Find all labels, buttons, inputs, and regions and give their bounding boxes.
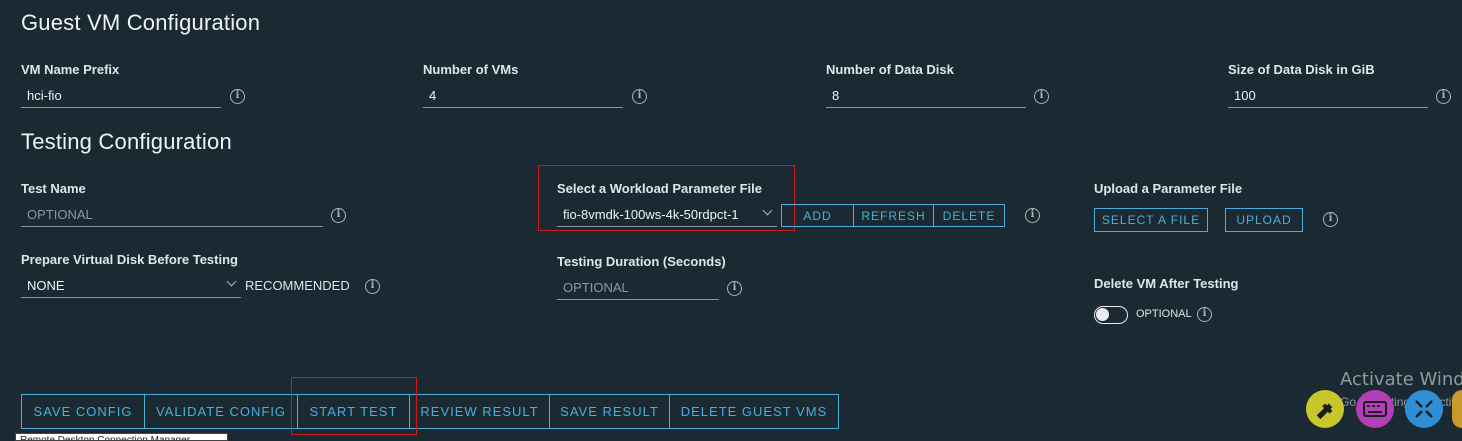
delete-vm-toggle-text: OPTIONAL: [1136, 308, 1192, 320]
vm-name-prefix-label: VM Name Prefix: [21, 62, 120, 77]
info-icon[interactable]: i: [230, 89, 245, 104]
disk-size-label: Size of Data Disk in GiB: [1228, 62, 1375, 77]
activate-windows-watermark: Activate Windows: [1340, 369, 1462, 390]
action-bar: SAVE CONFIG VALIDATE CONFIG START TEST R…: [21, 394, 839, 429]
fullscreen-icon[interactable]: [1405, 390, 1443, 428]
info-icon[interactable]: i: [1025, 208, 1040, 223]
num-vms-label: Number of VMs: [423, 62, 519, 77]
workload-actions: ADD REFRESH DELETE: [781, 204, 1005, 227]
info-icon[interactable]: i: [1436, 89, 1451, 104]
num-data-disk-label: Number of Data Disk: [826, 62, 954, 77]
info-icon[interactable]: i: [1197, 307, 1212, 322]
delete-button[interactable]: DELETE: [934, 205, 1004, 226]
test-name-label: Test Name: [21, 181, 86, 196]
tooltip: Remote Desktop Connection Manager: [15, 433, 228, 441]
vm-name-prefix-input[interactable]: hci-fio: [21, 84, 221, 108]
toggle-knob: [1096, 308, 1109, 321]
upload-file-label: Upload a Parameter File: [1094, 181, 1243, 196]
duration-label: Testing Duration (Seconds): [557, 254, 726, 269]
validate-config-button[interactable]: VALIDATE CONFIG: [145, 395, 298, 428]
num-data-disk-input[interactable]: 8: [826, 84, 1026, 108]
guest-vm-title: Guest VM Configuration: [21, 10, 261, 35]
test-name-input[interactable]: OPTIONAL: [21, 203, 323, 227]
workload-file-label: Select a Workload Parameter File: [557, 181, 762, 196]
delete-vm-toggle[interactable]: [1094, 306, 1128, 324]
select-file-button[interactable]: SELECT A FILE: [1094, 208, 1208, 232]
workload-file-value: fio-8vmdk-100ws-4k-50rdpct-1: [563, 207, 739, 222]
upload-button[interactable]: UPLOAD: [1225, 208, 1303, 232]
workload-file-select[interactable]: fio-8vmdk-100ws-4k-50rdpct-1: [557, 203, 777, 227]
testing-config-title: Testing Configuration: [21, 129, 232, 154]
refresh-button[interactable]: REFRESH: [854, 205, 934, 226]
prepare-disk-select[interactable]: NONE: [21, 274, 241, 298]
prepare-disk-value: NONE: [27, 278, 65, 293]
duration-input[interactable]: OPTIONAL: [557, 276, 719, 300]
disk-size-input[interactable]: 100: [1228, 84, 1428, 108]
keyboard-icon[interactable]: [1356, 390, 1394, 428]
num-vms-input[interactable]: 4: [423, 84, 623, 108]
info-icon[interactable]: i: [632, 89, 647, 104]
chevron-down-icon: [226, 276, 237, 287]
delete-guest-vms-button[interactable]: DELETE GUEST VMS: [670, 395, 838, 428]
delete-vm-label: Delete VM After Testing: [1094, 276, 1239, 291]
save-result-button[interactable]: SAVE RESULT: [550, 395, 670, 428]
tools-icon[interactable]: [1306, 390, 1344, 428]
recommended-hint: RECOMMENDED: [245, 278, 350, 293]
info-icon[interactable]: i: [1323, 212, 1338, 227]
extra-tool-icon[interactable]: [1452, 390, 1462, 428]
info-icon[interactable]: i: [331, 208, 346, 223]
info-icon[interactable]: i: [727, 281, 742, 296]
prepare-disk-label: Prepare Virtual Disk Before Testing: [21, 252, 238, 267]
chevron-down-icon: [762, 205, 773, 216]
info-icon[interactable]: i: [365, 279, 380, 294]
start-test-highlight-box: [291, 377, 417, 435]
add-button[interactable]: ADD: [782, 205, 854, 226]
save-config-button[interactable]: SAVE CONFIG: [22, 395, 145, 428]
info-icon[interactable]: i: [1034, 89, 1049, 104]
review-result-button[interactable]: REVIEW RESULT: [410, 395, 550, 428]
